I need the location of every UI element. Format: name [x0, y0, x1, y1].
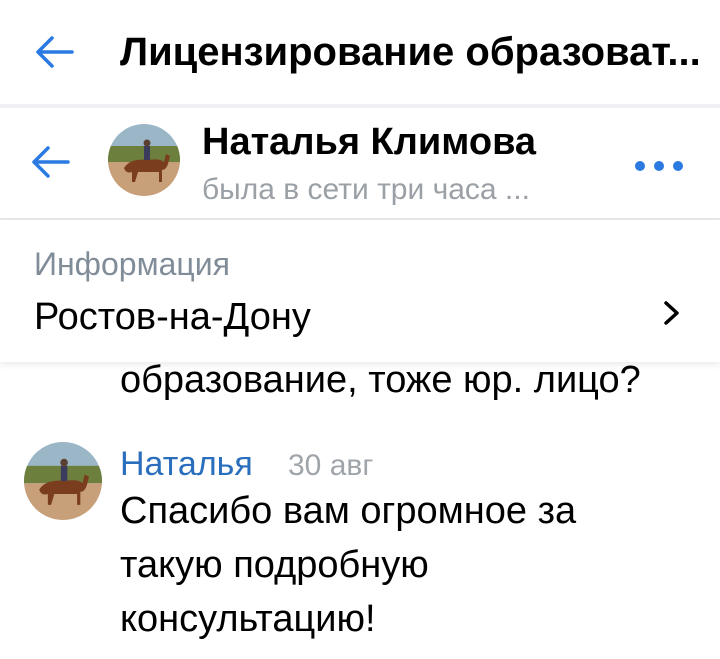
contact-name: Наталья Климова	[202, 121, 537, 163]
chat-header: Наталья Климова была в сети три часа ...	[0, 108, 720, 218]
top-header: Лицензирование образоват...	[0, 0, 720, 104]
arrow-left-icon	[32, 146, 70, 178]
chat-back-button[interactable]	[30, 144, 70, 180]
message-item: Наталья 30 авг Спасибо вам огромное за т…	[0, 430, 720, 659]
page-title: Лицензирование образоват...	[120, 30, 701, 74]
avatar-image	[24, 442, 102, 520]
more-horizontal-icon	[635, 161, 683, 171]
chevron-right-icon	[664, 301, 679, 325]
more-button[interactable]	[632, 158, 686, 174]
info-value: Ростов-на-Дону	[34, 296, 311, 338]
back-button[interactable]	[34, 34, 74, 70]
message-text: Спасибо вам огромное за такую подробную …	[120, 490, 577, 640]
info-panel[interactable]: Информация Ростов-на-Дону	[0, 220, 720, 362]
message-author[interactable]: Наталья	[120, 442, 253, 486]
avatar-image	[108, 124, 180, 196]
info-chevron	[660, 298, 684, 328]
info-label: Информация	[34, 246, 230, 282]
message-time: 30 авг	[288, 449, 374, 482]
online-status: была в сети три часа ...	[202, 173, 530, 206]
arrow-left-icon	[36, 36, 74, 68]
message-avatar[interactable]	[24, 442, 102, 520]
app-window: Лицензирование образоват... Наталья Клим…	[0, 0, 720, 659]
avatar[interactable]	[108, 124, 180, 196]
